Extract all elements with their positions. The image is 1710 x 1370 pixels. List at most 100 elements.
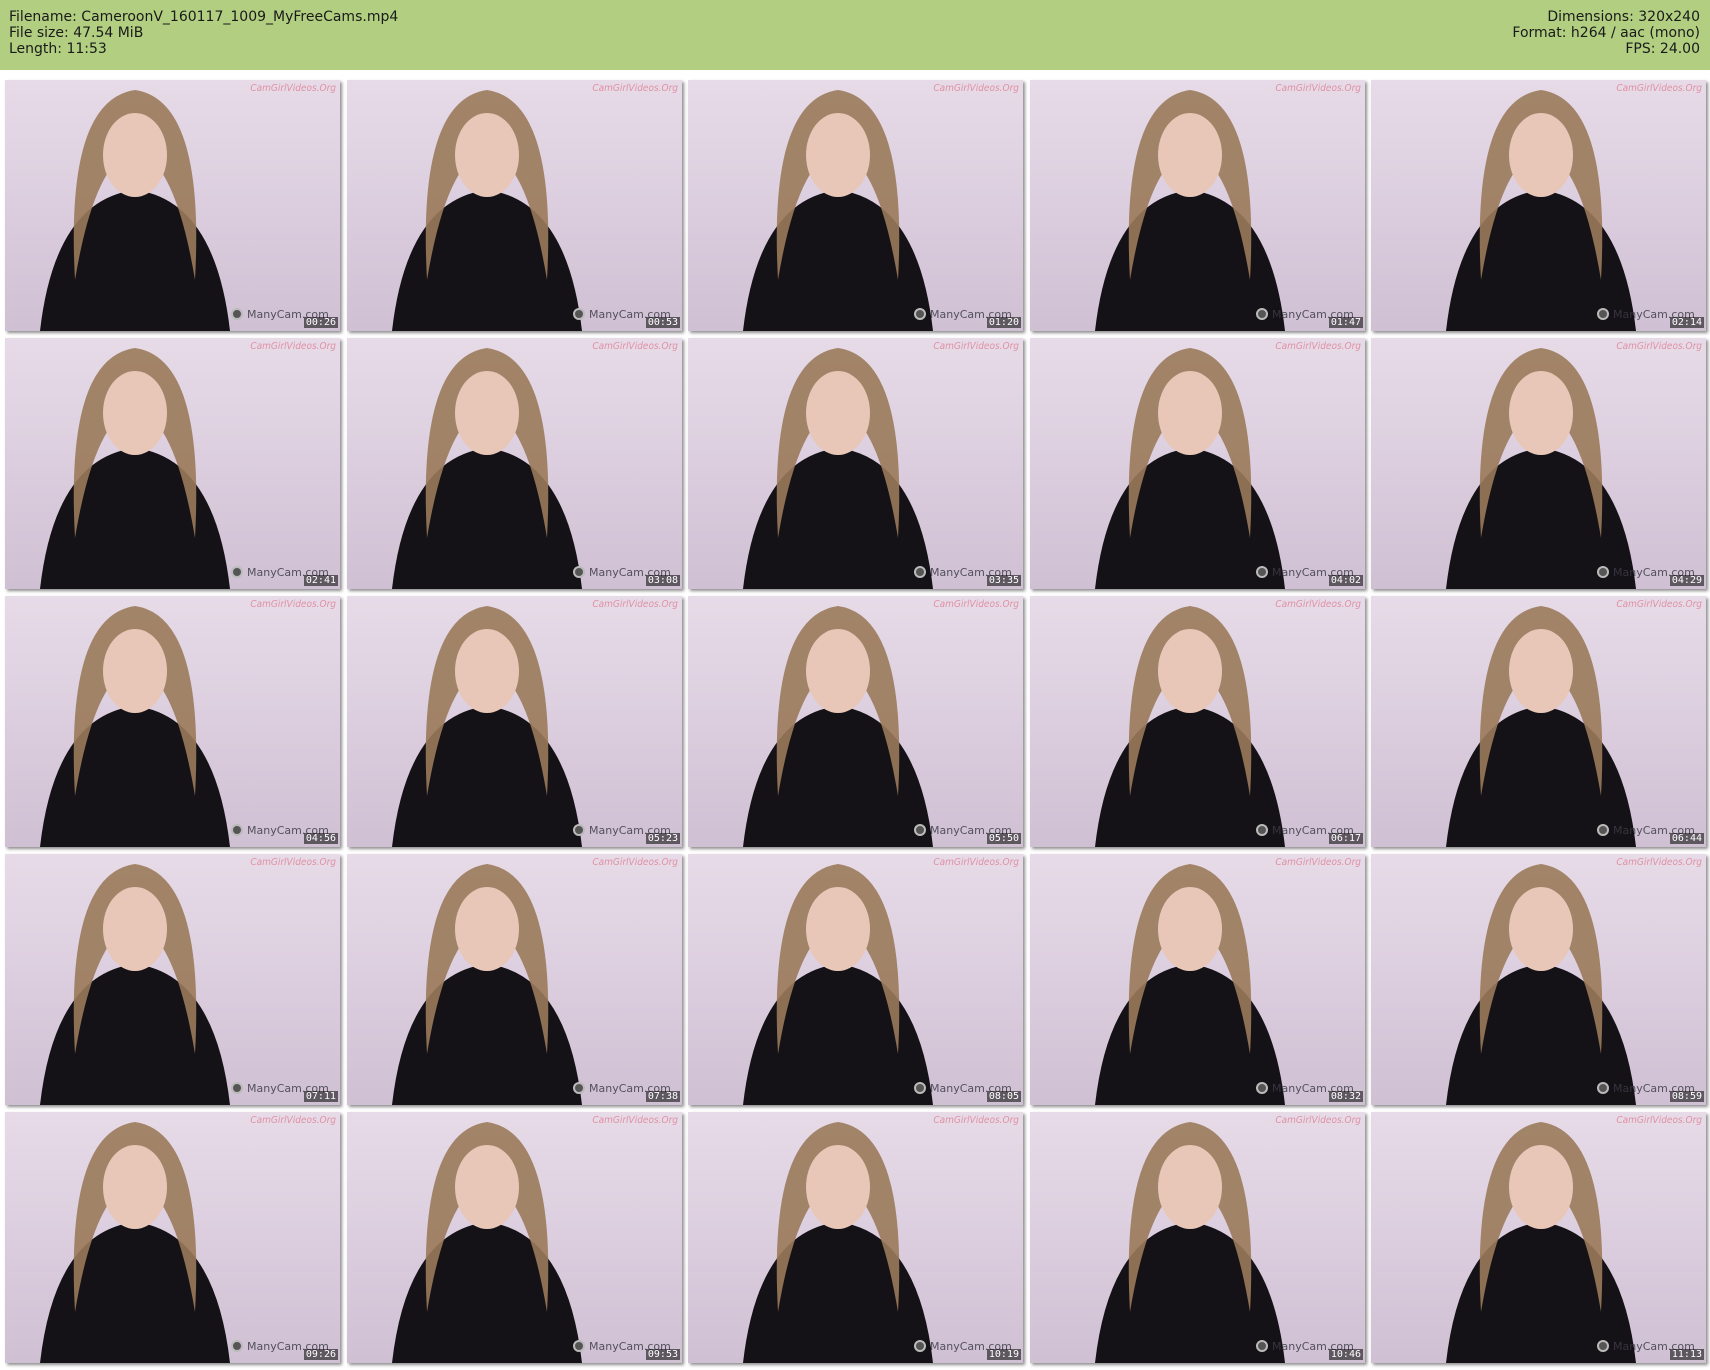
webcam-logo-icon [914,308,926,320]
webcam-logo-icon [231,1340,243,1352]
thumbnail-timestamp: 08:59 [1669,1091,1704,1102]
thumbnail-timestamp: 05:50 [986,833,1021,844]
thumbnail-image [1446,606,1636,847]
thumbnail-timestamp: 01:20 [986,317,1021,328]
thumbnail-image [1095,864,1285,1105]
webcam-logo-icon [1597,308,1609,320]
watermark-top: CamGirlVideos.Org [933,599,1019,610]
watermark-top: CamGirlVideos.Org [250,341,336,352]
video-thumbnail: CamGirlVideos.Org ManyCam.com 03:08 [347,338,682,589]
watermark-top: CamGirlVideos.Org [1275,857,1361,868]
watermark-top: CamGirlVideos.Org [592,341,678,352]
video-thumbnail: CamGirlVideos.Org ManyCam.com 08:32 [1030,854,1365,1105]
thumbnail-image [392,606,582,847]
watermark-top: CamGirlVideos.Org [1616,857,1702,868]
watermark-top: CamGirlVideos.Org [1616,1115,1702,1126]
video-thumbnail: CamGirlVideos.Org ManyCam.com 07:11 [5,854,340,1105]
watermark-top: CamGirlVideos.Org [1275,1115,1361,1126]
watermark-top: CamGirlVideos.Org [250,857,336,868]
webcam-logo-icon [1597,566,1609,578]
thumbnail-image [1095,90,1285,331]
thumbnail-timestamp: 03:35 [986,575,1021,586]
thumbnail-timestamp: 06:17 [1328,833,1363,844]
video-thumbnail: CamGirlVideos.Org ManyCam.com 01:47 [1030,80,1365,331]
thumbnail-timestamp: 04:02 [1328,575,1363,586]
video-thumbnail: CamGirlVideos.Org ManyCam.com 10:46 [1030,1112,1365,1363]
thumbnail-image [1095,1122,1285,1363]
thumbnail-image [743,864,933,1105]
video-thumbnail: CamGirlVideos.Org ManyCam.com 08:05 [688,854,1023,1105]
webcam-logo-icon [914,1340,926,1352]
thumbnail-image [1446,348,1636,589]
webcam-logo-icon [1597,824,1609,836]
thumbnail-timestamp: 05:23 [645,833,680,844]
webcam-logo-icon [1256,824,1268,836]
video-thumbnail: CamGirlVideos.Org ManyCam.com 04:56 [5,596,340,847]
watermark-top: CamGirlVideos.Org [1275,83,1361,94]
thumbnail-timestamp: 02:41 [303,575,338,586]
webcam-logo-icon [1256,308,1268,320]
thumbnail-image [40,606,230,847]
video-thumbnail: CamGirlVideos.Org ManyCam.com 01:20 [688,80,1023,331]
video-thumbnail: CamGirlVideos.Org ManyCam.com 06:17 [1030,596,1365,847]
watermark-top: CamGirlVideos.Org [1616,599,1702,610]
watermark-top: CamGirlVideos.Org [933,1115,1019,1126]
thumbnail-image [1446,864,1636,1105]
webcam-logo-icon [1597,1082,1609,1094]
thumbnail-timestamp: 03:08 [645,575,680,586]
video-thumbnail: CamGirlVideos.Org ManyCam.com 08:59 [1371,854,1706,1105]
webcam-logo-icon [573,1082,585,1094]
webcam-logo-icon [573,566,585,578]
thumbnail-image [743,606,933,847]
thumbnail-image [1446,90,1636,331]
thumbnail-timestamp: 06:44 [1669,833,1704,844]
thumbnail-timestamp: 07:11 [303,1091,338,1102]
thumbnail-grid: CamGirlVideos.Org ManyCam.com 00:26 CamGirl… [0,0,1710,1370]
video-thumbnail: CamGirlVideos.Org ManyCam.com 02:41 [5,338,340,589]
video-thumbnail: CamGirlVideos.Org ManyCam.com 11:13 [1371,1112,1706,1363]
thumbnail-image [392,348,582,589]
watermark-top: CamGirlVideos.Org [592,599,678,610]
thumbnail-image [392,864,582,1105]
thumbnail-image [1095,348,1285,589]
webcam-logo-icon [1256,1340,1268,1352]
video-thumbnail: CamGirlVideos.Org ManyCam.com 09:53 [347,1112,682,1363]
webcam-logo-icon [914,1082,926,1094]
thumbnail-image [743,1122,933,1363]
webcam-logo-icon [231,1082,243,1094]
watermark-top: CamGirlVideos.Org [250,1115,336,1126]
watermark-top: CamGirlVideos.Org [1275,341,1361,352]
watermark-top: CamGirlVideos.Org [1275,599,1361,610]
video-thumbnail: CamGirlVideos.Org ManyCam.com 10:19 [688,1112,1023,1363]
thumbnail-timestamp: 10:46 [1328,1349,1363,1360]
webcam-logo-icon [914,566,926,578]
thumbnail-timestamp: 00:53 [645,317,680,328]
thumbnail-timestamp: 04:56 [303,833,338,844]
video-thumbnail: CamGirlVideos.Org ManyCam.com 04:02 [1030,338,1365,589]
webcam-logo-icon [1597,1340,1609,1352]
video-thumbnail: CamGirlVideos.Org ManyCam.com 02:14 [1371,80,1706,331]
webcam-logo-icon [231,566,243,578]
webcam-logo-icon [573,1340,585,1352]
thumbnail-timestamp: 04:29 [1669,575,1704,586]
watermark-top: CamGirlVideos.Org [250,83,336,94]
thumbnail-image [743,90,933,331]
video-thumbnail: CamGirlVideos.Org ManyCam.com 04:29 [1371,338,1706,589]
thumbnail-timestamp: 10:19 [986,1349,1021,1360]
thumbnail-image [392,1122,582,1363]
watermark-top: CamGirlVideos.Org [592,1115,678,1126]
thumbnail-image [1095,606,1285,847]
watermark-top: CamGirlVideos.Org [592,857,678,868]
video-thumbnail: CamGirlVideos.Org ManyCam.com 06:44 [1371,596,1706,847]
thumbnail-image [392,90,582,331]
watermark-top: CamGirlVideos.Org [250,599,336,610]
thumbnail-image [1446,1122,1636,1363]
thumbnail-image [40,864,230,1105]
webcam-logo-icon [573,308,585,320]
video-thumbnail: CamGirlVideos.Org ManyCam.com 05:23 [347,596,682,847]
watermark-top: CamGirlVideos.Org [592,83,678,94]
webcam-logo-icon [573,824,585,836]
thumbnail-timestamp: 08:05 [986,1091,1021,1102]
thumbnail-timestamp: 08:32 [1328,1091,1363,1102]
webcam-logo-icon [1256,1082,1268,1094]
